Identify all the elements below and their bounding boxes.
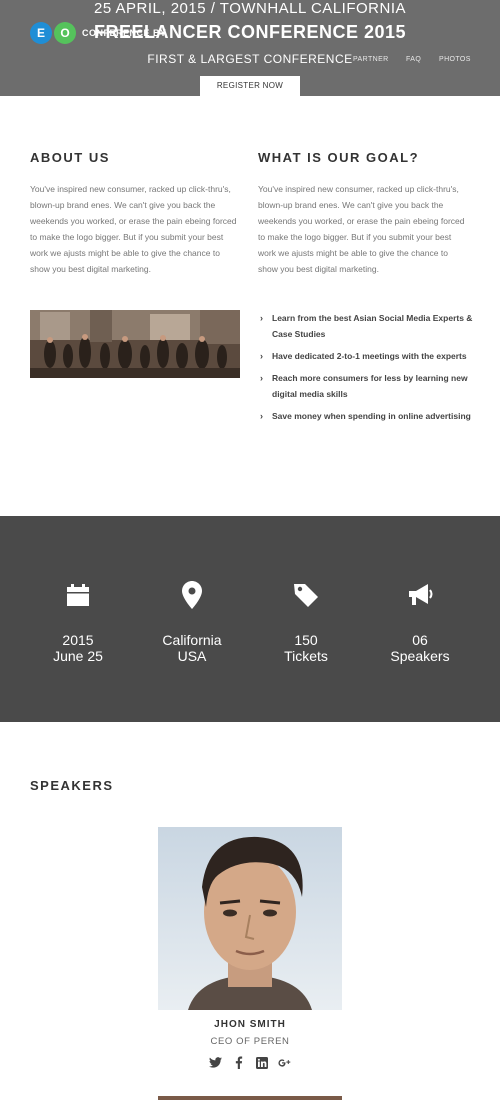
stat-value: California xyxy=(162,632,222,648)
event-date-location: 25 APRIL, 2015 / TOWNHALL CALIFORNIA xyxy=(93,0,406,17)
about-us-heading: ABOUT US xyxy=(30,150,110,165)
stats-band: 2015 June 25 California USA 150 Tickets … xyxy=(0,516,500,722)
twitter-icon[interactable] xyxy=(209,1056,222,1069)
next-speaker-photo xyxy=(158,1096,342,1100)
chevron-right-icon: › xyxy=(260,313,263,323)
goal-item-text: Learn from the best Asian Social Media E… xyxy=(272,313,473,339)
goal-heading: WHAT IS OUR GOAL? xyxy=(258,150,420,165)
facebook-icon[interactable] xyxy=(232,1056,245,1069)
chevron-right-icon: › xyxy=(260,411,263,421)
chevron-right-icon: › xyxy=(260,351,263,361)
nav-item-photos[interactable]: PHOTOS xyxy=(439,56,471,63)
google-plus-icon[interactable] xyxy=(278,1056,291,1069)
stat-speakers: 06 Speakers xyxy=(375,580,465,664)
linkedin-icon[interactable] xyxy=(255,1056,268,1069)
about-us-text: You've inspired new consumer, racked up … xyxy=(30,184,237,274)
goal-text: You've inspired new consumer, racked up … xyxy=(258,184,465,274)
conference-subtitle: FIRST & LARGEST CONFERENCE xyxy=(147,52,353,66)
goal-item-text: Save money when spending in online adver… xyxy=(272,411,471,421)
nav-item-faq[interactable]: FAQ xyxy=(406,56,421,63)
register-now-button[interactable]: REGISTER NOW xyxy=(200,76,300,96)
chevron-right-icon: › xyxy=(260,373,263,383)
list-item: › Reach more consumers for less by learni… xyxy=(258,370,473,402)
megaphone-icon xyxy=(375,580,465,610)
list-item: › Save money when spending in online adve… xyxy=(258,408,473,424)
calendar-icon xyxy=(33,580,123,610)
stat-location: California USA xyxy=(147,580,237,664)
speaker-photo xyxy=(158,827,342,1010)
stat-value: 150 xyxy=(294,632,318,648)
goal-list: › Learn from the best Asian Social Media … xyxy=(258,310,473,430)
conference-title: FREELANCER CONFERENCE 2015 xyxy=(93,22,407,42)
stat-label: June 25 xyxy=(53,648,103,664)
list-item: › Have dedicated 2-to-1 meetings with the… xyxy=(258,348,473,364)
goal-item-text: Reach more consumers for less by learnin… xyxy=(272,373,468,399)
stat-value: 06 xyxy=(412,632,428,648)
stat-tickets: 150 Tickets xyxy=(261,580,351,664)
speaker-role: CEO OF PEREN xyxy=(210,1036,290,1047)
stat-value: 2015 xyxy=(62,632,94,648)
speaker-name: JHON SMITH xyxy=(214,1019,286,1030)
nav-item-partner[interactable]: PARTNER xyxy=(353,56,389,63)
location-pin-icon xyxy=(147,580,237,610)
stat-label: Speakers xyxy=(390,648,450,664)
list-item: › Learn from the best Asian Social Media … xyxy=(258,310,473,342)
stat-date: 2015 June 25 xyxy=(33,580,123,664)
speakers-heading: SPEAKERS xyxy=(30,778,114,793)
stat-label: USA xyxy=(177,648,207,664)
hero-header: 25 APRIL, 2015 / TOWNHALL CALIFORNIA E O… xyxy=(0,0,500,96)
speaker-socials xyxy=(0,1056,500,1069)
goal-item-text: Have dedicated 2-to-1 meetings with the … xyxy=(272,351,467,361)
stat-label: Tickets xyxy=(284,648,328,664)
ticket-tag-icon xyxy=(261,580,351,610)
crowd-photo xyxy=(30,310,240,378)
